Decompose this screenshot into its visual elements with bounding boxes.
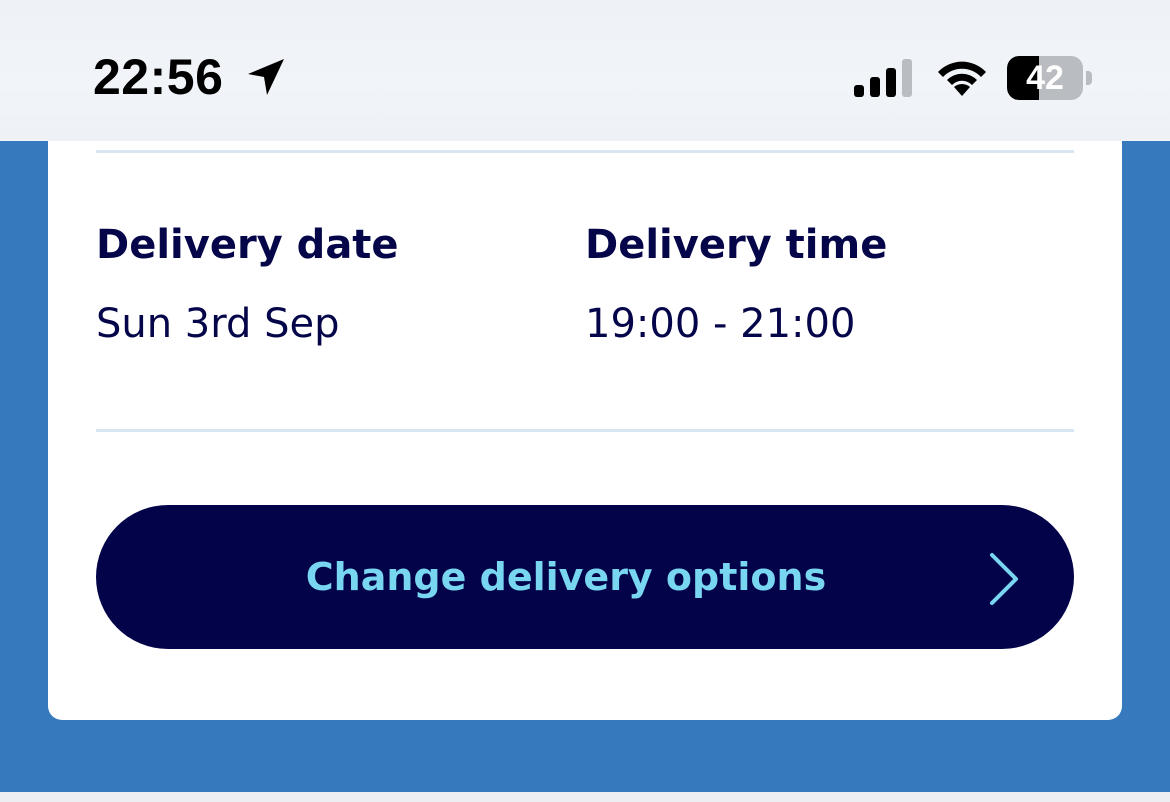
battery-icon: 42 [1007, 56, 1093, 100]
delivery-time-value: 19:00 - 21:00 [585, 301, 856, 347]
delivery-card: Delivery date Sun 3rd Sep Delivery time … [48, 100, 1122, 720]
change-delivery-options-label: Change delivery options [305, 555, 827, 599]
battery-nub [1086, 71, 1092, 85]
delivery-time-label: Delivery time [585, 222, 888, 268]
bottom-strip [0, 792, 1170, 802]
divider-top [96, 150, 1074, 153]
battery-body: 42 [1007, 56, 1083, 100]
divider-middle [96, 429, 1074, 432]
wifi-icon [938, 61, 986, 96]
delivery-date-value: Sun 3rd Sep [96, 301, 340, 347]
chevron-right-icon [990, 553, 1018, 605]
cellular-signal-icon [854, 59, 912, 97]
status-bar: 22:56 42 [0, 0, 1170, 141]
change-delivery-options-button[interactable]: Change delivery options [96, 505, 1074, 649]
delivery-date-label: Delivery date [96, 222, 399, 268]
status-time: 22:56 [93, 49, 224, 105]
battery-percentage: 42 [1026, 59, 1064, 97]
location-arrow-icon [248, 59, 284, 95]
